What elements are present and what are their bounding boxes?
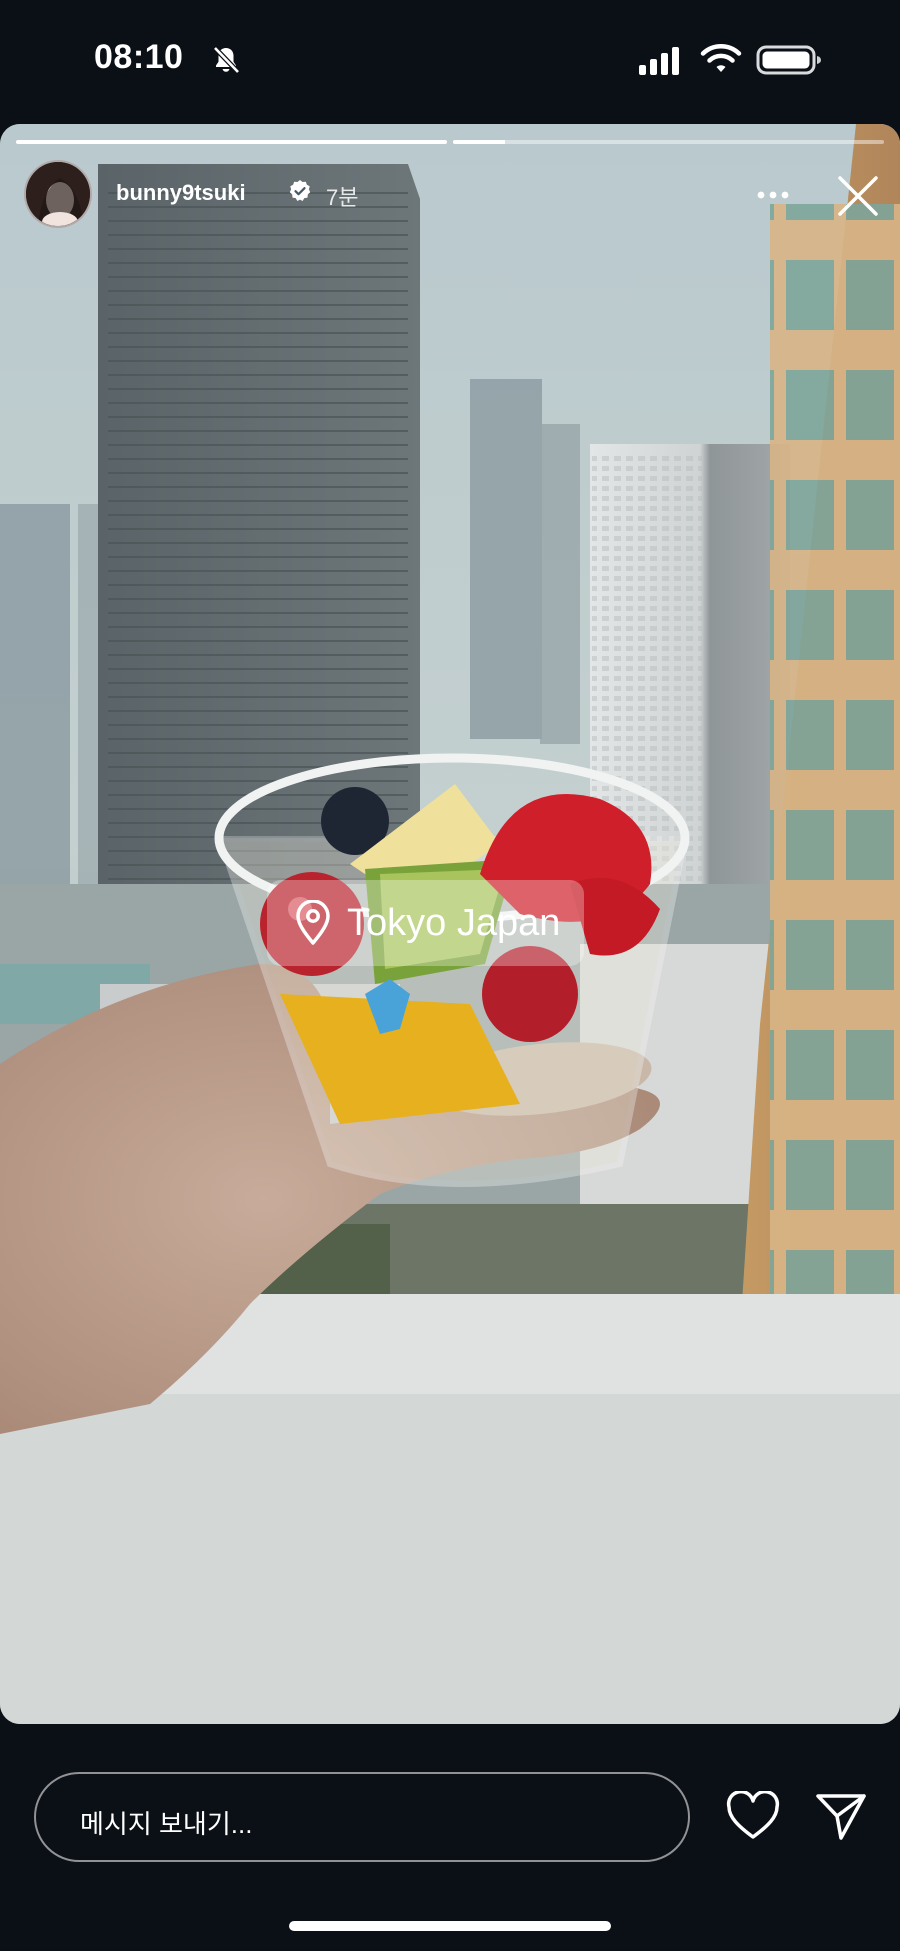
progress-fill-2 <box>453 140 505 144</box>
avatar[interactable] <box>24 160 92 228</box>
username[interactable]: bunny9tsuki <box>116 180 246 206</box>
send-icon[interactable] <box>814 1790 868 1842</box>
progress-segment <box>453 140 884 144</box>
story-viewer[interactable]: bunny9tsuki 7분 Tokyo Japan <box>0 124 900 1724</box>
heart-icon[interactable] <box>726 1791 780 1841</box>
progress-fill-1 <box>16 140 447 144</box>
progress-segment <box>16 140 447 144</box>
cellular-signal-icon <box>639 47 679 75</box>
wifi-icon <box>700 44 742 72</box>
home-indicator[interactable] <box>289 1921 611 1931</box>
location-pin-icon <box>296 900 330 945</box>
more-options-icon[interactable] <box>756 190 790 200</box>
message-input[interactable]: 메시지 보내기... <box>34 1772 690 1862</box>
status-bar: 08:10 <box>0 0 900 120</box>
verified-badge-icon <box>289 180 311 201</box>
status-time: 08:10 <box>94 38 184 76</box>
message-placeholder: 메시지 보내기... <box>80 1809 253 1839</box>
location-sticker[interactable]: Tokyo Japan <box>267 880 585 966</box>
location-label: Tokyo Japan <box>347 901 561 944</box>
story-header: bunny9tsuki 7분 <box>0 160 900 240</box>
battery-icon <box>756 45 821 75</box>
close-icon[interactable] <box>836 174 880 218</box>
story-progress <box>16 140 884 144</box>
bell-slash-icon <box>213 46 240 74</box>
story-time: 7분 <box>326 185 359 210</box>
